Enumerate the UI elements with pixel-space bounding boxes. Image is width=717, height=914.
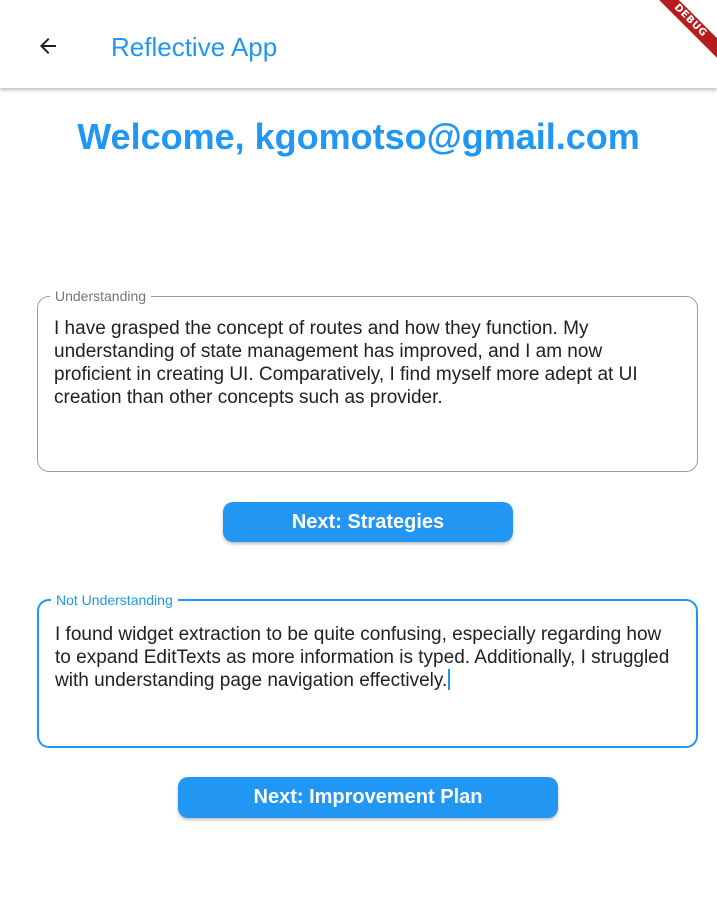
- not-understanding-field[interactable]: Not Understanding I found widget extract…: [37, 591, 698, 748]
- debug-banner: DEBUG: [647, 0, 717, 70]
- understanding-field-label: Understanding: [50, 287, 152, 305]
- next-strategies-button[interactable]: Next: Strategies: [223, 502, 513, 542]
- app-title: Reflective App: [111, 32, 278, 62]
- not-understanding-field-label: Not Understanding: [51, 591, 178, 609]
- back-button[interactable]: [26, 24, 70, 68]
- app-bar: Reflective App: [0, 0, 717, 88]
- understanding-field[interactable]: Understanding I have grasped the concept…: [37, 287, 698, 472]
- text-cursor: [448, 669, 451, 690]
- debug-banner-label: DEBUG: [647, 0, 717, 65]
- welcome-heading: Welcome, kgomotso@gmail.com: [77, 116, 640, 157]
- not-understanding-field-text[interactable]: I found widget extraction to be quite co…: [55, 623, 682, 692]
- arrow-back-icon: [40, 38, 56, 54]
- next-improvement-plan-button[interactable]: Next: Improvement Plan: [178, 777, 558, 818]
- understanding-field-text[interactable]: I have grasped the concept of routes and…: [54, 317, 683, 409]
- not-understanding-field-value: I found widget extraction to be quite co…: [55, 624, 670, 691]
